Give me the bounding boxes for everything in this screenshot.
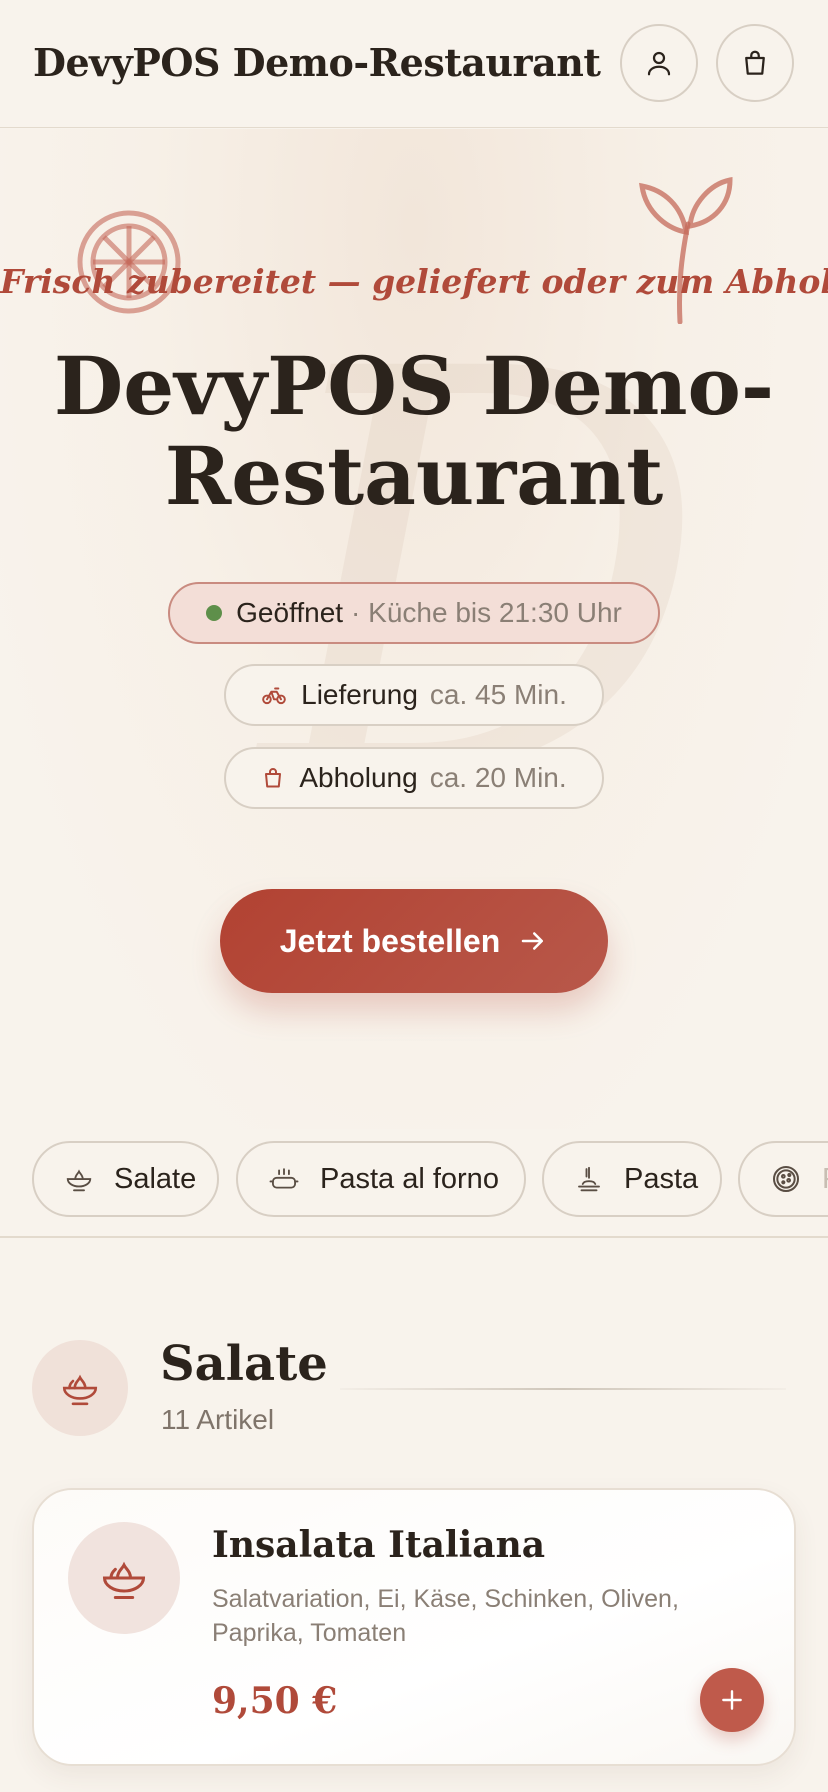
order-now-button[interactable]: Jetzt bestellen: [220, 889, 608, 993]
bicycle-icon: [261, 682, 287, 708]
category-pasta-al-forno[interactable]: Pasta al forno: [236, 1141, 526, 1217]
status-label: Geöffnet: [236, 597, 344, 628]
bag-icon: [261, 766, 285, 790]
hero: D Frisch zubereitet — geliefert oder zum…: [0, 129, 828, 1129]
brand-name[interactable]: DevyPOS Demo-Restaurant: [33, 40, 601, 85]
plus-icon: [722, 1690, 742, 1710]
salad-bowl-icon: [62, 1374, 98, 1406]
status-badge: Geöffnet · Küche bis 21:30 Uhr: [168, 582, 660, 644]
pickup-option[interactable]: Abholung ca. 20 Min.: [224, 747, 604, 809]
category-pizza[interactable]: P: [738, 1141, 828, 1217]
product-name: Insalata Italiana: [212, 1524, 546, 1566]
product-card[interactable]: Insalata Italiana Salatvariation, Ei, Kä…: [32, 1488, 796, 1766]
shopping-bag-icon: [745, 50, 765, 75]
category-label: Pasta al forno: [320, 1162, 499, 1195]
user-icon: [647, 51, 671, 76]
open-status-dot: [206, 605, 223, 621]
product-price: 9,50 €: [212, 1680, 338, 1722]
arrow-right-icon: [522, 932, 544, 950]
pickup-time: ca. 20 Min.: [429, 762, 567, 793]
salad-bowl-icon: [64, 1164, 94, 1194]
pasta-plate-icon: [574, 1164, 604, 1194]
add-to-cart-button[interactable]: [700, 1668, 764, 1732]
section-item-count: 11 Artikel: [161, 1404, 275, 1435]
section-title: Salate: [160, 1336, 328, 1392]
delivery-option[interactable]: Lieferung ca. 45 Min.: [224, 664, 604, 726]
delivery-time: ca. 45 Min.: [429, 679, 567, 710]
order-now-label: Jetzt bestellen: [279, 922, 501, 959]
category-label: Pasta: [624, 1162, 699, 1195]
header: DevyPOS Demo-Restaurant: [0, 0, 828, 128]
hero-title: DevyPOS Demo-Restaurant: [53, 339, 775, 523]
category-label: P: [822, 1163, 828, 1196]
section-icon: [32, 1340, 128, 1436]
category-label: Salate: [114, 1162, 197, 1195]
product-icon: [68, 1522, 180, 1634]
salad-bowl-icon: [102, 1561, 146, 1600]
cart-button[interactable]: [716, 24, 794, 102]
status-detail: · Küche bis 21:30 Uhr: [351, 597, 622, 628]
baking-dish-icon: [268, 1164, 300, 1194]
section-divider: [340, 1388, 786, 1390]
account-button[interactable]: [620, 24, 698, 102]
hero-tagline: Frisch zubereitet — geliefert oder zum A…: [0, 262, 828, 301]
pickup-label: Abholung: [299, 762, 418, 793]
category-nav: Salate Pasta al forno Pasta P: [0, 1129, 828, 1238]
pizza-icon: [770, 1163, 802, 1195]
delivery-label: Lieferung: [301, 679, 418, 710]
category-salate[interactable]: Salate: [32, 1141, 219, 1217]
sprout-icon: [639, 176, 733, 324]
product-description: Salatvariation, Ei, Käse, Schinken, Oliv…: [212, 1585, 679, 1647]
category-pasta[interactable]: Pasta: [542, 1141, 722, 1217]
